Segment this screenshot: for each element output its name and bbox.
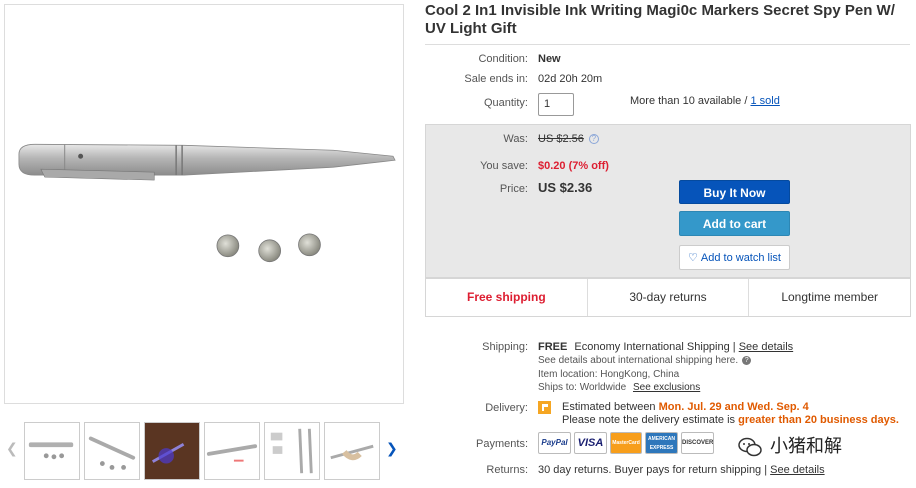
was-price-value: US $2.56 [538,133,584,145]
payments-label: Payments: [476,438,528,450]
help-icon[interactable]: ? [742,355,752,365]
delivery-date-range: Mon. Jul. 29 and Wed. Sep. 4 [658,401,809,413]
buy-it-now-button[interactable]: Buy It Now [679,180,790,204]
thumbnail-4[interactable] [204,422,260,480]
shipping-see-details-link[interactable]: See details [739,341,793,353]
returns-label: Returns: [486,464,528,476]
shipping-method: Economy International Shipping | [574,341,736,353]
title-divider [425,44,910,45]
item-location: Item location: HongKong, China [538,369,680,380]
perk-returns: 30-day returns [588,279,750,316]
visa-logo: VISA [574,432,607,454]
shipping-free: FREE [538,341,568,353]
buy-box [425,124,911,278]
info-icon[interactable]: ? [588,134,599,145]
thumbnail-5[interactable] [264,422,320,480]
returns-see-details-link[interactable]: See details [770,464,824,476]
main-product-image[interactable] [4,4,404,404]
price-value: US $2.36 [538,180,593,195]
was-price: US $2.56? [538,133,599,145]
heart-icon: ♡ [688,252,698,264]
sale-ends-value: 02d 20h 20m [538,73,603,85]
price-label: Price: [499,183,528,195]
thumbnail-6[interactable] [324,422,380,480]
delivery-note-emphasis: greater than 20 business days. [738,414,899,426]
you-save-label: You save: [480,160,528,172]
ships-to-text: Ships to: Worldwide [538,382,627,393]
you-save-value: $0.20 (7% off) [538,160,609,172]
wechat-icon [738,438,762,457]
chevron-right-icon[interactable]: ❯ [386,440,398,457]
spy-pen-photo [18,143,396,263]
amex-logo: AMERICAN EXPRESS [645,432,678,454]
thumbnail-3[interactable] [144,422,200,480]
chevron-left-icon[interactable]: ❮ [6,440,18,457]
intl-shipping-note-text: See details about international shipping… [538,355,739,366]
was-label: Was: [503,133,528,145]
condition-label: Condition: [478,53,528,65]
perks-bar: Free shipping 30-day returns Longtime me… [425,278,911,317]
sale-ends-label: Sale ends in: [464,73,528,85]
intl-shipping-note: See details about international shipping… [538,355,752,366]
watermark: 小猪和解 [738,432,842,458]
mastercard-logo: MasterCard [610,432,642,454]
delivery-label: Delivery: [485,402,528,414]
listing-title: Cool 2 In1 Invisible Ink Writing Magi0c … [425,2,895,37]
delivery-estimate: Estimated between Mon. Jul. 29 and Wed. … [562,401,809,413]
perk-longtime-member: Longtime member [781,290,879,304]
discover-logo: DISCOVER [681,432,714,454]
sold-link[interactable]: 1 sold [750,95,779,107]
shipping-label: Shipping: [482,341,528,353]
delivery-note: Please note the delivery estimate is gre… [562,414,899,426]
returns-value: 30 day returns. Buyer pays for return sh… [538,464,825,476]
delivery-estimate-prefix: Estimated between [562,401,656,413]
quantity-input[interactable]: 1 [538,93,574,116]
thumbnail-2[interactable] [84,422,140,480]
see-exclusions-link[interactable]: See exclusions [633,382,700,393]
quantity-label: Quantity: [483,97,528,109]
add-to-cart-button[interactable]: Add to cart [679,211,790,236]
watermark-text: 小猪和解 [770,436,842,456]
paypal-logo: PayPal [538,432,571,454]
condition-value: New [538,53,561,65]
add-to-watch-list-button[interactable]: ♡ Add to watch list [679,245,790,270]
availability-text: More than 10 available / [630,95,748,107]
delivery-note-prefix: Please note the delivery estimate is [562,414,736,426]
thumbnail-strip: ❮ ❯ [4,420,404,482]
watch-label: Add to watch list [700,252,781,264]
returns-text: 30 day returns. Buyer pays for return sh… [538,464,768,476]
thumbnail-1[interactable] [24,422,80,480]
flag-icon [538,401,551,414]
shipping-value: FREE Economy International Shipping | Se… [538,341,793,353]
ships-to: Ships to: Worldwide See exclusions [538,382,700,393]
availability: More than 10 available / 1 sold [630,95,780,107]
perk-free-shipping: Free shipping [426,279,588,316]
